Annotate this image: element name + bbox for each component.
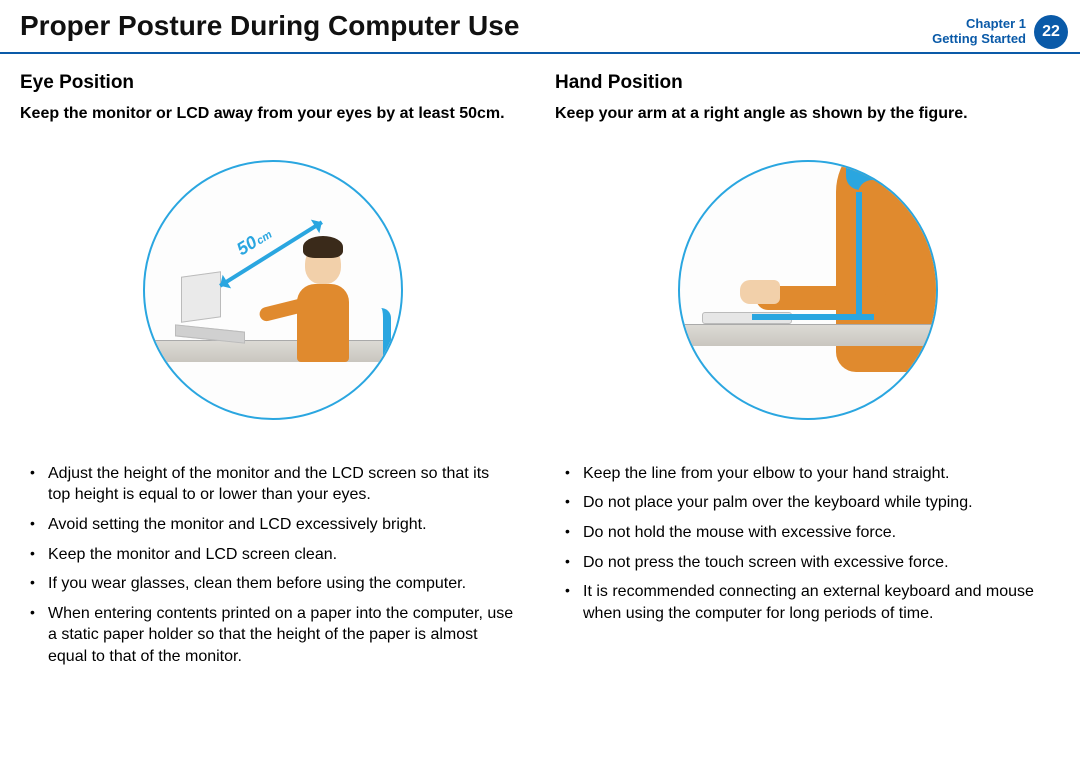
list-item: Avoid setting the monitor and LCD excess… <box>20 514 515 536</box>
list-item: Keep the monitor and LCD screen clean. <box>20 544 515 566</box>
hand-tips-list: Keep the line from your elbow to your ha… <box>555 463 1060 625</box>
chapter-block: Chapter 1 Getting Started 22 <box>932 10 1080 54</box>
chapter-text: Chapter 1 Getting Started <box>932 17 1034 47</box>
list-item: Do not hold the mouse with excessive for… <box>555 522 1050 544</box>
eye-heading: Eye Position <box>20 72 525 94</box>
page-number-badge: 22 <box>1034 15 1068 49</box>
hand-position-figure <box>555 145 1060 435</box>
list-item: Do not press the touch screen with exces… <box>555 552 1050 574</box>
chapter-line-2: Getting Started <box>932 32 1026 47</box>
eye-subheading: Keep the monitor or LCD away from your e… <box>20 104 525 125</box>
page-title: Proper Posture During Computer Use <box>20 10 519 42</box>
hand-heading: Hand Position <box>555 72 1060 94</box>
list-item: When entering contents printed on a pape… <box>20 603 515 668</box>
chapter-line-1: Chapter 1 <box>932 17 1026 32</box>
eye-figure-circle: 50cm <box>143 160 403 420</box>
eye-tips-list: Adjust the height of the monitor and the… <box>20 463 525 668</box>
eye-position-column: Eye Position Keep the monitor or LCD awa… <box>20 72 525 676</box>
list-item: Keep the line from your elbow to your ha… <box>555 463 1050 485</box>
list-item: Do not place your palm over the keyboard… <box>555 492 1050 514</box>
list-item: It is recommended connecting an external… <box>555 581 1050 624</box>
hand-subheading: Keep your arm at a right angle as shown … <box>555 104 1060 125</box>
hand-figure-circle <box>678 160 938 420</box>
content-columns: Eye Position Keep the monitor or LCD awa… <box>0 54 1080 676</box>
hand-icon <box>740 280 780 304</box>
hand-position-column: Hand Position Keep your arm at a right a… <box>555 72 1060 676</box>
eye-position-figure: 50cm <box>20 145 525 435</box>
right-angle-guide-icon <box>856 192 874 320</box>
desk-icon <box>680 324 936 346</box>
list-item: Adjust the height of the monitor and the… <box>20 463 515 506</box>
page-header: Proper Posture During Computer Use Chapt… <box>0 0 1080 54</box>
list-item: If you wear glasses, clean them before u… <box>20 573 515 595</box>
